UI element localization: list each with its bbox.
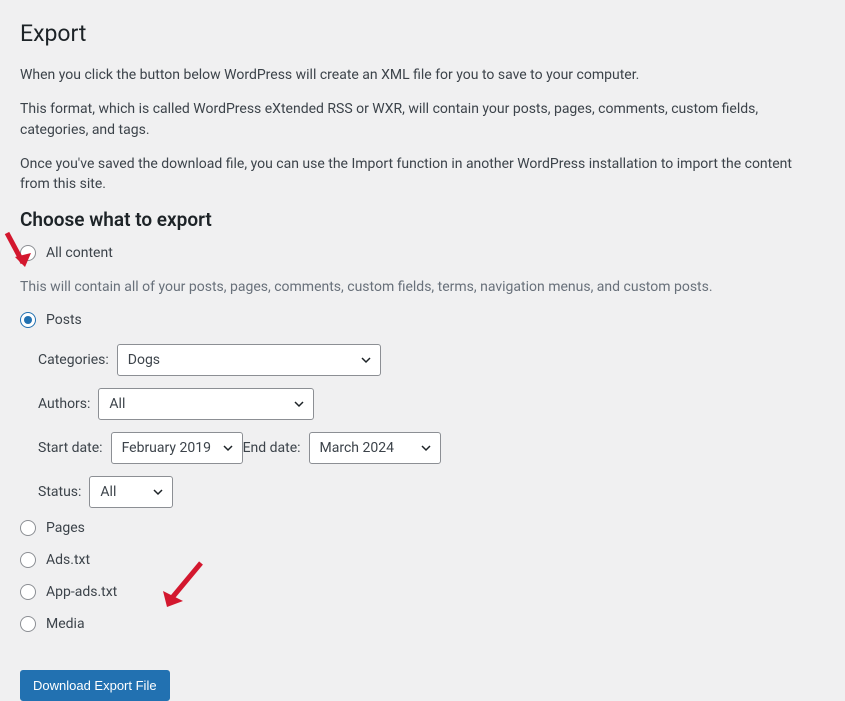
radio-pages[interactable] xyxy=(20,520,36,536)
start-date-label: Start date: xyxy=(38,440,103,456)
radio-posts-label[interactable]: Posts xyxy=(46,312,82,328)
all-content-description: This will contain all of your posts, pag… xyxy=(20,277,825,297)
intro-paragraph-3: Once you've saved the download file, you… xyxy=(20,154,825,195)
posts-filters: Categories: Dogs Authors: All Start date… xyxy=(38,344,825,508)
section-heading: Choose what to export xyxy=(20,208,825,231)
start-date-value: February 2019 xyxy=(112,440,242,456)
authors-select[interactable]: All xyxy=(98,388,314,420)
radio-all-content[interactable] xyxy=(20,245,36,261)
status-select[interactable]: All xyxy=(89,476,173,508)
authors-value: All xyxy=(99,396,313,412)
download-export-button[interactable]: Download Export File xyxy=(20,670,170,701)
categories-select[interactable]: Dogs xyxy=(117,344,381,376)
radio-app-ads[interactable] xyxy=(20,584,36,600)
radio-posts[interactable] xyxy=(20,312,36,328)
categories-value: Dogs xyxy=(118,352,380,368)
status-label: Status: xyxy=(38,484,81,500)
intro-paragraph-1: When you click the button below WordPres… xyxy=(20,65,825,85)
radio-ads-label[interactable]: Ads.txt xyxy=(46,552,90,568)
radio-pages-label[interactable]: Pages xyxy=(46,520,85,536)
radio-media[interactable] xyxy=(20,616,36,632)
radio-app-ads-label[interactable]: App-ads.txt xyxy=(46,584,117,600)
end-date-select[interactable]: March 2024 xyxy=(309,432,441,464)
radio-ads[interactable] xyxy=(20,552,36,568)
intro-paragraph-2: This format, which is called WordPress e… xyxy=(20,99,825,140)
end-date-value: March 2024 xyxy=(310,440,440,456)
start-date-select[interactable]: February 2019 xyxy=(111,432,243,464)
radio-media-label[interactable]: Media xyxy=(46,616,85,632)
categories-label: Categories: xyxy=(38,352,109,368)
radio-all-content-label[interactable]: All content xyxy=(46,245,113,261)
status-value: All xyxy=(90,484,172,500)
end-date-label: End date: xyxy=(243,440,301,456)
authors-label: Authors: xyxy=(38,396,90,412)
page-title: Export xyxy=(20,20,825,47)
